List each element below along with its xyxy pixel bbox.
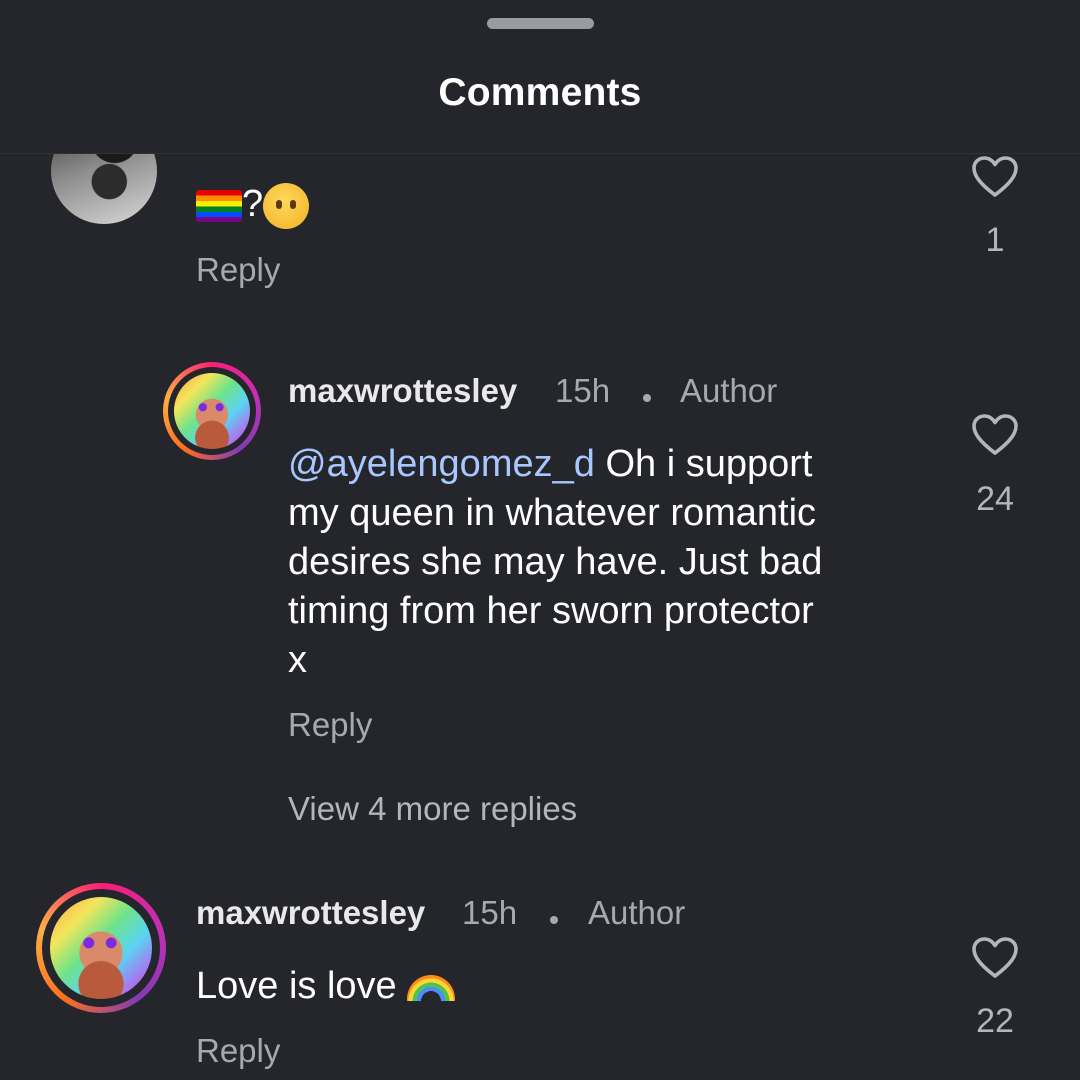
heart-outline-icon[interactable] bbox=[971, 936, 1019, 980]
comments-sheet-header: Comments bbox=[0, 0, 1080, 154]
comment-username[interactable]: maxwrottesley bbox=[196, 894, 425, 932]
heart-outline-icon[interactable] bbox=[971, 413, 1019, 457]
comment-username[interactable]: maxwrottesley bbox=[288, 372, 517, 410]
sheet-title: Comments bbox=[438, 71, 642, 114]
comment-text: ? bbox=[196, 180, 310, 229]
author-badge: Author bbox=[680, 372, 778, 409]
comment-text: Love is love bbox=[196, 962, 456, 1011]
reply-button[interactable]: Reply bbox=[196, 1032, 280, 1070]
rainbow-flag-emoji bbox=[196, 189, 242, 222]
comment-text: @ayelengomez_d Oh i support my queen in … bbox=[288, 443, 823, 681]
heart-outline-icon[interactable] bbox=[971, 155, 1019, 199]
rainbow-emoji bbox=[407, 974, 456, 1001]
mention-link[interactable]: @ayelengomez_d bbox=[288, 443, 595, 485]
separator-dot bbox=[550, 916, 558, 924]
like-count: 1 bbox=[985, 221, 1005, 259]
like-count: 24 bbox=[976, 480, 1014, 518]
view-more-replies-button[interactable]: View 4 more replies bbox=[288, 790, 577, 828]
avatar[interactable] bbox=[163, 362, 261, 460]
separator-dot bbox=[643, 394, 651, 402]
like-count: 22 bbox=[976, 1002, 1014, 1040]
comment-time: 15h bbox=[462, 894, 518, 931]
reply-button[interactable]: Reply bbox=[196, 251, 280, 289]
reply-button[interactable]: Reply bbox=[288, 706, 372, 744]
raised-eyebrow-face-emoji bbox=[263, 182, 310, 229]
comment-time: 15h bbox=[555, 372, 611, 409]
avatar[interactable] bbox=[36, 883, 166, 1013]
drag-handle[interactable] bbox=[487, 18, 594, 29]
author-badge: Author bbox=[588, 894, 686, 931]
